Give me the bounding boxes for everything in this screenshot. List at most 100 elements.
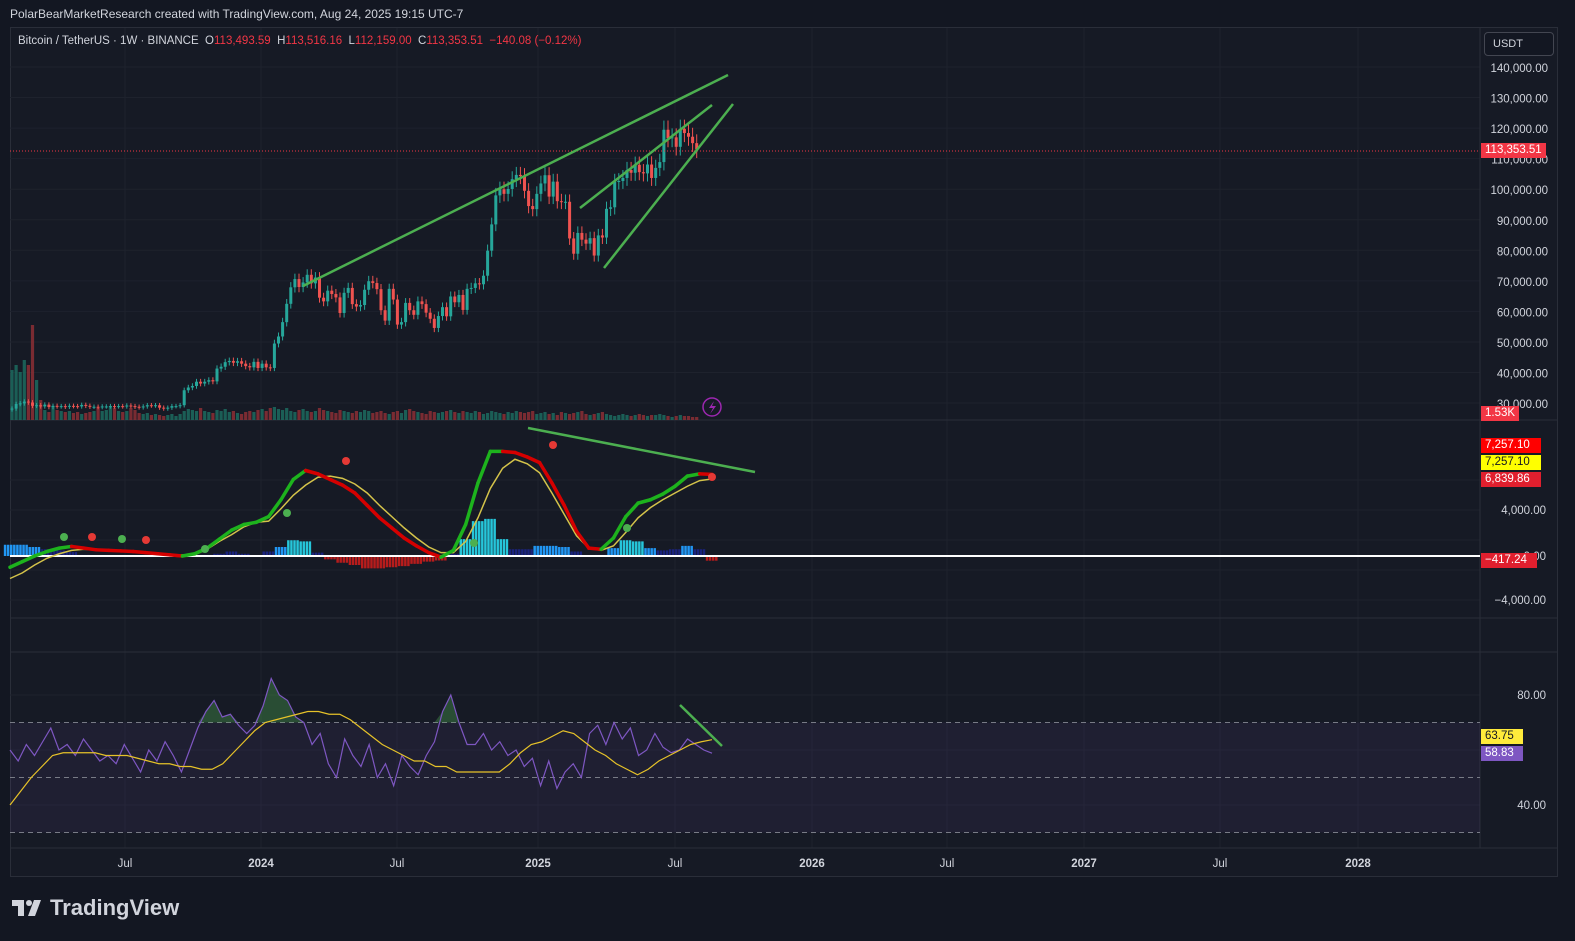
fast-line-segment	[291, 468, 308, 482]
chart-canvas[interactable]: 4,000.000.00−4,000.0080.0040.00140,000.0…	[0, 0, 1575, 941]
candle-body	[400, 322, 403, 325]
histogram-bar	[641, 541, 644, 556]
histogram-bar	[681, 545, 684, 556]
histogram-bar	[16, 544, 19, 556]
open-value: 113,493.59	[214, 35, 271, 47]
candle-body	[691, 136, 695, 144]
cross-dot	[708, 473, 716, 481]
price-tick-label: 140,000.00	[1490, 63, 1548, 75]
histogram-bar	[290, 540, 293, 556]
volume-bar	[100, 411, 104, 420]
histogram-bar	[493, 518, 496, 556]
volume-bar	[63, 412, 67, 420]
histogram-bar	[548, 545, 552, 556]
candle-body	[264, 363, 268, 368]
volume-bar	[96, 408, 100, 420]
volume-bar	[235, 413, 240, 420]
histogram-bar	[521, 549, 524, 556]
fast-line-segment	[143, 550, 160, 556]
candle-body	[547, 175, 551, 197]
tradingview-logo[interactable]: TradingView	[12, 895, 179, 921]
volume-bar	[383, 413, 387, 420]
volume-bar	[10, 370, 14, 420]
candle-body	[682, 128, 686, 134]
volume-bar	[522, 413, 527, 420]
histogram-bar	[564, 547, 567, 556]
cross-dot	[549, 441, 557, 449]
candle-body	[342, 292, 346, 313]
histogram-bar	[527, 549, 530, 556]
symbol-name[interactable]: Bitcoin / TetherUS · 1W · BINANCE	[18, 35, 199, 47]
candle-body	[281, 322, 285, 337]
candle-body	[195, 381, 198, 386]
candle-body	[231, 360, 235, 363]
volume-bar	[445, 411, 449, 420]
volume-bar	[158, 415, 162, 420]
currency-button[interactable]: USDT	[1484, 32, 1554, 56]
histogram-bar	[305, 541, 309, 556]
histogram-bar	[647, 548, 650, 556]
volume-bar	[55, 410, 59, 420]
candle-body	[617, 181, 621, 183]
volume-bar	[84, 413, 88, 420]
volume-bar	[395, 411, 399, 420]
histogram-bar	[524, 549, 527, 556]
histogram-bar	[348, 556, 352, 565]
candle-body	[559, 201, 563, 203]
volume-bar	[223, 409, 227, 420]
price-tick-label: 120,000.00	[1490, 124, 1548, 136]
symbol-info: Bitcoin / TetherUS · 1W · BINANCE O113,4…	[18, 35, 581, 47]
volume-bar	[166, 415, 170, 420]
volume-bar	[506, 412, 510, 420]
candle-body	[580, 232, 584, 240]
candle-body	[646, 164, 649, 174]
fast-line-segment	[242, 520, 259, 527]
candle-body	[687, 133, 690, 137]
volume-bar	[625, 415, 629, 420]
time-tick-label: Jul	[668, 858, 683, 870]
cross-dot	[623, 524, 631, 532]
candle-body	[383, 310, 387, 321]
volume-bar	[153, 414, 158, 420]
candle-body	[543, 175, 547, 184]
volume-bar	[453, 412, 457, 420]
histogram-bar	[287, 540, 290, 556]
candle-body	[318, 277, 321, 298]
candle-body	[359, 305, 362, 307]
volume-bar	[313, 411, 317, 420]
histogram-bar	[558, 547, 561, 556]
candle-body	[223, 362, 227, 367]
candle-body	[248, 366, 252, 368]
fast-line-segment	[180, 552, 197, 558]
candle-body	[203, 381, 207, 384]
volume-bar	[490, 411, 494, 420]
fast-line-segment	[8, 559, 25, 569]
volume-bar	[473, 411, 477, 420]
candle-body	[96, 406, 100, 408]
volume-bar	[219, 411, 223, 420]
candle-body	[174, 406, 178, 408]
histogram-bar	[490, 518, 493, 556]
histogram-bar	[671, 549, 675, 556]
volume-bar	[432, 412, 436, 420]
candle-body	[154, 405, 157, 407]
volume-bar	[588, 415, 592, 420]
candle-body	[137, 406, 141, 408]
last-price-tag: 113,353.51	[1481, 143, 1546, 158]
candle-body	[297, 279, 301, 288]
high-value: 113,516.16	[285, 35, 343, 47]
volume-bar	[641, 415, 645, 420]
candle-body	[350, 287, 354, 305]
volume-bar	[67, 411, 71, 420]
fast-line-segment	[476, 449, 493, 485]
fast-line-segment	[390, 526, 406, 540]
volume-bar	[137, 413, 141, 420]
candle-body	[322, 297, 326, 302]
histogram-bar	[345, 556, 349, 563]
price-tick-label: 50,000.00	[1497, 338, 1548, 350]
candle-body	[432, 318, 436, 328]
price-tick-label: 80,000.00	[1497, 246, 1548, 258]
candle-body	[473, 283, 477, 288]
histogram-bar	[296, 540, 299, 556]
fast-line-segment	[414, 544, 431, 555]
